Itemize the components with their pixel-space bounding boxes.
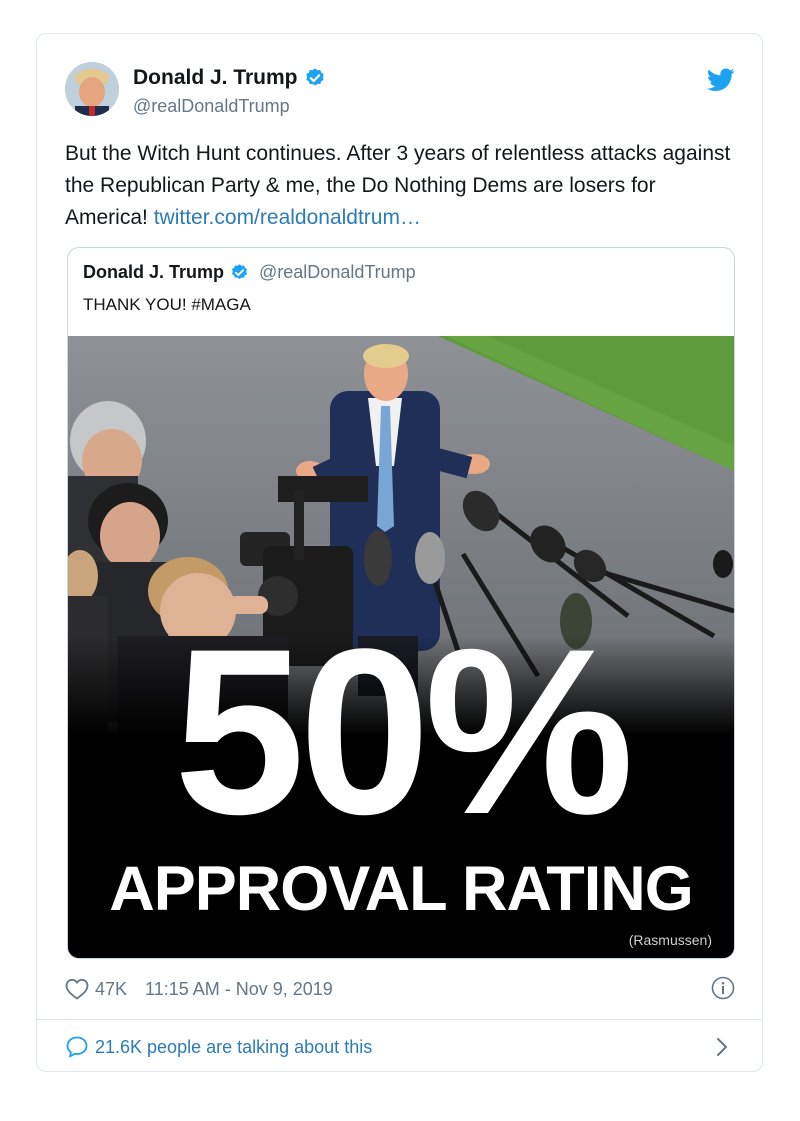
image-subheadline: APPROVAL RATING: [109, 854, 694, 924]
image-headline: 50%: [173, 600, 634, 864]
verified-badge-icon: [305, 68, 324, 86]
quoted-author-name: Donald J. Trump: [83, 262, 225, 282]
timestamp[interactable]: 11:15 AM - Nov 9, 2019: [145, 979, 333, 1000]
conversation-link[interactable]: 21.6K people are talking about this: [65, 1032, 735, 1062]
author-name-row: Donald J. Trump: [133, 66, 326, 90]
verified-badge-icon: [231, 264, 248, 280]
quoted-author-handle: @realDonaldTrump: [259, 262, 416, 282]
speech-bubble-icon: [66, 1036, 88, 1058]
tweet-card: Donald J. Trump @realDonaldTrump But the…: [36, 33, 763, 1072]
info-icon[interactable]: [711, 976, 735, 1000]
quoted-text: THANK YOU! #MAGA: [83, 295, 251, 314]
tweet-meta: 47K 11:15 AM - Nov 9, 2019: [65, 974, 735, 1004]
author-name[interactable]: Donald J. Trump: [133, 66, 298, 90]
quoted-tweet[interactable]: Donald J. Trump @realDonaldTrump THANK Y…: [67, 247, 735, 959]
chevron-right-icon[interactable]: [715, 1036, 729, 1058]
divider: [37, 1019, 762, 1020]
quoted-header: Donald J. Trump @realDonaldTrump: [83, 262, 416, 283]
tweet-link[interactable]: twitter.com/realdonaldtrum…: [154, 206, 421, 229]
like-count[interactable]: 47K: [95, 979, 127, 1000]
image-source: (Rasmussen): [628, 932, 712, 948]
avatar[interactable]: [65, 62, 119, 116]
talking-count: 21.6K people are talking about this: [95, 1036, 373, 1057]
tweet-text: But the Witch Hunt continues. After 3 ye…: [65, 138, 735, 234]
author-handle[interactable]: @realDonaldTrump: [133, 96, 290, 117]
quoted-image[interactable]: 50% APPROVAL RATING (Rasmussen): [68, 336, 734, 958]
twitter-bird-icon[interactable]: [707, 68, 735, 92]
heart-icon[interactable]: [65, 978, 89, 1000]
tweet-header: Donald J. Trump @realDonaldTrump: [65, 62, 735, 122]
